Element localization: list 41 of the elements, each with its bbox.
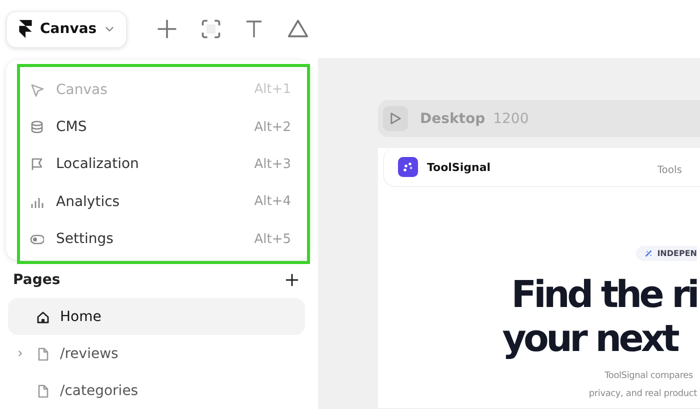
triangle-icon[interactable]: [286, 18, 310, 40]
hero-heading: your next: [502, 317, 678, 361]
hero-badge: INDEPEN: [636, 246, 697, 261]
toggle-icon: [30, 232, 44, 246]
plus-icon[interactable]: [156, 18, 178, 40]
section-title: Pages: [13, 272, 60, 288]
breakpoint-width: 1200: [493, 110, 529, 126]
add-page-icon[interactable]: [286, 274, 298, 286]
page-icon: [36, 384, 50, 398]
database-icon: [30, 120, 44, 134]
breakpoint-name: Desktop: [420, 110, 486, 126]
hero-text: ToolSignal compares: [604, 370, 694, 383]
flag-icon: [30, 157, 44, 172]
shortcut-text: Alt+3: [254, 156, 291, 172]
brand-logo-icon: [398, 157, 418, 177]
pointer-icon: [30, 82, 44, 97]
menu-item[interactable]: CMS Alt+2: [20, 108, 307, 146]
hero-heading: Find the ri: [510, 273, 697, 317]
mode-button[interactable]: Canvas: [6, 10, 127, 48]
text-icon[interactable]: [244, 18, 264, 40]
home-icon: [36, 310, 50, 324]
menu-item[interactable]: Localization Alt+3: [20, 146, 307, 184]
shortcut-text: Alt+2: [254, 120, 291, 135]
chevron-down-icon: [104, 26, 114, 32]
preview-button[interactable]: [383, 106, 408, 131]
page-icon: [36, 346, 50, 360]
logo-icon: [19, 20, 32, 38]
nav-link[interactable]: Tools: [657, 164, 682, 176]
shortcut-text: Alt+4: [254, 194, 291, 210]
menu-item[interactable]: Settings Alt+5: [20, 220, 307, 258]
brand-name: ToolSignal: [427, 160, 491, 174]
shortcut-text: Alt+1: [254, 82, 291, 98]
page-item[interactable]: Home: [8, 298, 305, 335]
page-item[interactable]: /reviews: [8, 335, 305, 372]
chevron-right-icon[interactable]: [18, 350, 23, 357]
page-item[interactable]: /categories: [8, 372, 305, 409]
hero-text: privacy, and real product: [588, 388, 697, 401]
shortcut-text: Alt+5: [254, 232, 291, 247]
play-icon: [390, 112, 401, 125]
menu-item[interactable]: Analytics Alt+4: [20, 183, 307, 221]
frame-icon[interactable]: [200, 18, 222, 40]
